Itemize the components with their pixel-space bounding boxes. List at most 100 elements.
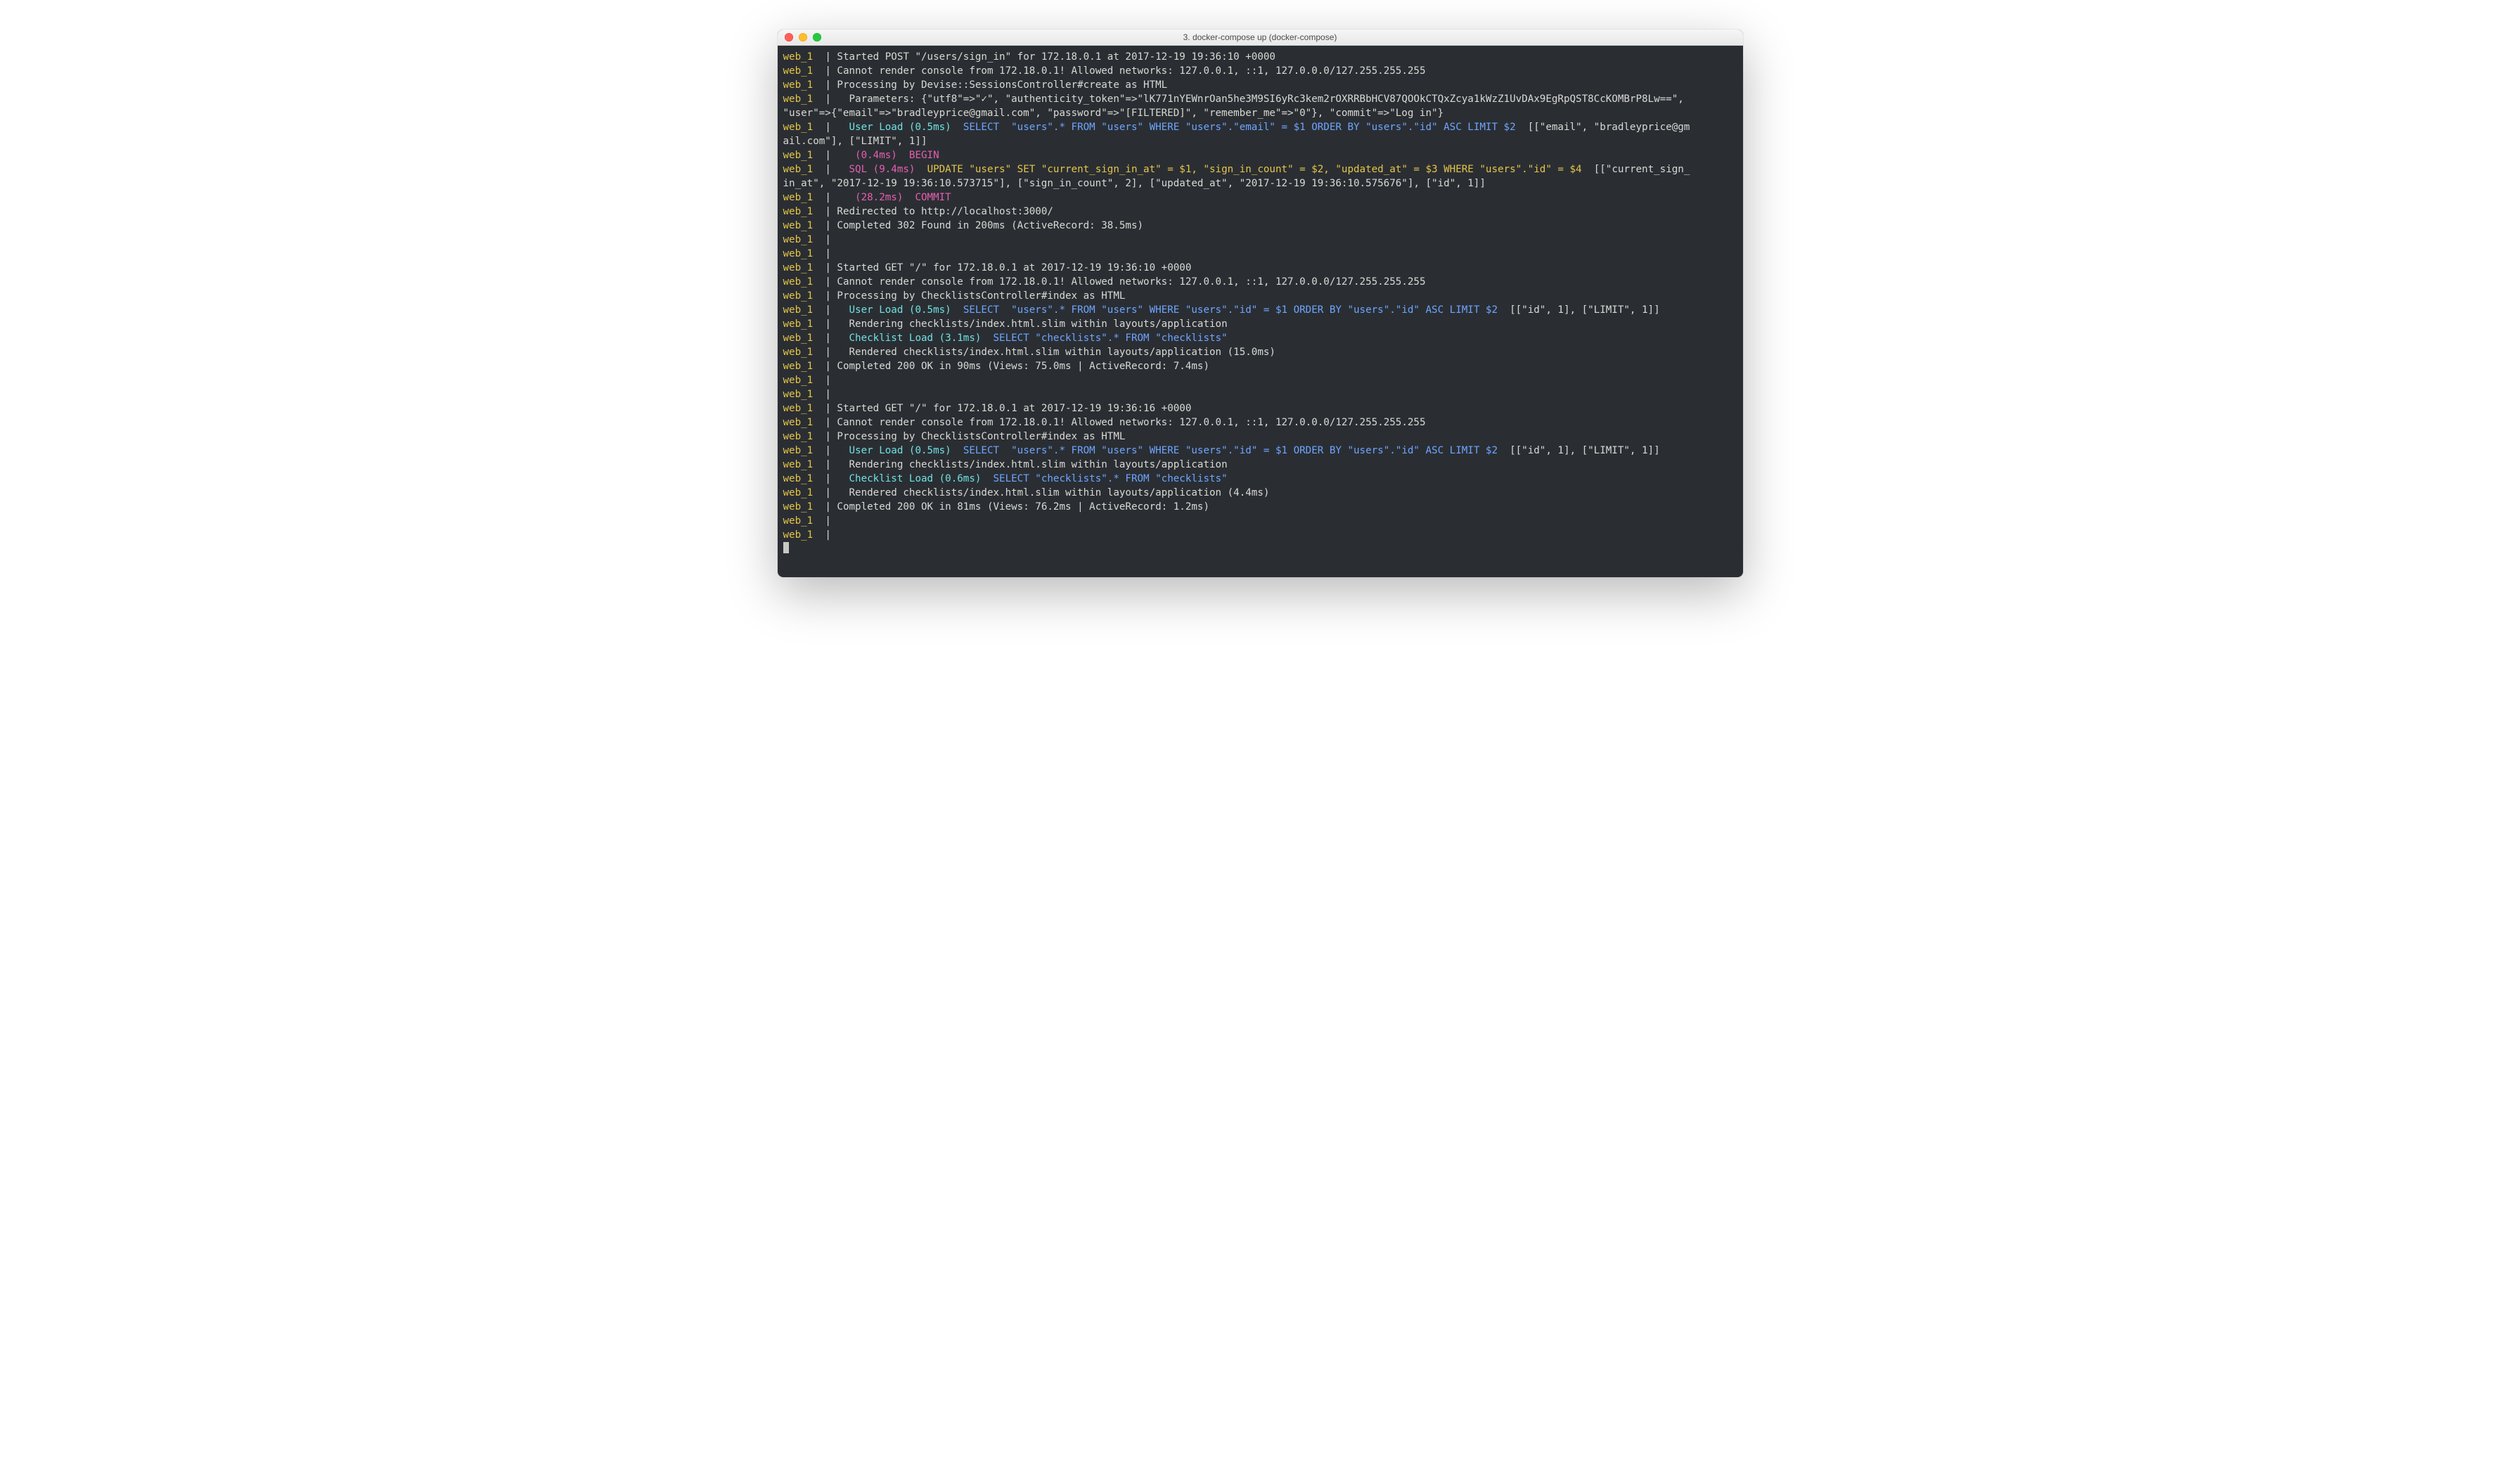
log-line: web_1 | Processing by ChecklistsControll…: [783, 430, 1737, 444]
pipe-separator: |: [825, 487, 831, 498]
log-text: Processing by ChecklistsController#index…: [837, 431, 1125, 442]
cursor-icon: [783, 542, 789, 553]
log-text: Rendering checklists/index.html.slim wit…: [837, 318, 1227, 330]
log-line: web_1 |: [783, 247, 1737, 261]
service-name: web_1: [783, 445, 814, 456]
log-text: [915, 164, 927, 175]
spacer: [813, 234, 825, 245]
log-text: Processing by ChecklistsController#index…: [837, 290, 1125, 302]
pipe-separator: |: [825, 431, 831, 442]
minimize-icon[interactable]: [799, 33, 807, 41]
spacer: [831, 234, 837, 245]
pipe-separator: |: [825, 206, 831, 217]
service-name: web_1: [783, 192, 814, 203]
pipe-separator: |: [825, 234, 831, 245]
spacer: [813, 403, 825, 414]
log-text: [["id", 1], ["LIMIT", 1]]: [1498, 304, 1660, 316]
service-name: web_1: [783, 501, 814, 513]
spacer: [831, 529, 837, 541]
pipe-separator: |: [825, 122, 831, 133]
log-text: Started GET "/" for 172.18.0.1 at 2017-1…: [837, 262, 1191, 273]
pipe-separator: |: [825, 529, 831, 541]
spacer: [813, 304, 825, 316]
spacer: [813, 445, 825, 456]
log-text: (28.2ms): [855, 192, 903, 203]
spacer: [813, 529, 825, 541]
cursor-line: [783, 542, 1737, 556]
log-line: web_1 | SQL (9.4ms) UPDATE "users" SET "…: [783, 162, 1737, 176]
log-line: "user"=>{"email"=>"bradleyprice@gmail.co…: [783, 106, 1737, 120]
log-text: [837, 473, 849, 484]
spacer: [813, 51, 825, 63]
log-text: SELECT "checklists".* FROM "checklists": [994, 473, 1228, 484]
pipe-separator: |: [825, 304, 831, 316]
service-name: web_1: [783, 417, 814, 428]
close-icon[interactable]: [785, 33, 793, 41]
log-text: [951, 445, 963, 456]
pipe-separator: |: [825, 515, 831, 527]
pipe-separator: |: [825, 445, 831, 456]
pipe-separator: |: [825, 192, 831, 203]
zoom-icon[interactable]: [813, 33, 821, 41]
service-name: web_1: [783, 529, 814, 541]
service-name: web_1: [783, 220, 814, 231]
log-text: SELECT "checklists".* FROM "checklists": [994, 333, 1228, 344]
log-text: Rendering checklists/index.html.slim wit…: [837, 459, 1227, 470]
spacer: [813, 361, 825, 372]
log-text: Checklist Load (3.1ms): [849, 333, 982, 344]
service-name: web_1: [783, 333, 814, 344]
log-text: Parameters: {"utf8"=>"✓", "authenticity_…: [837, 94, 1690, 105]
service-name: web_1: [783, 234, 814, 245]
log-text: [951, 304, 963, 316]
spacer: [831, 248, 837, 259]
spacer: [813, 318, 825, 330]
log-text: Completed 302 Found in 200ms (ActiveReco…: [837, 220, 1143, 231]
log-text: Rendered checklists/index.html.slim with…: [837, 347, 1275, 358]
log-text: Rendered checklists/index.html.slim with…: [837, 487, 1269, 498]
spacer: [813, 262, 825, 273]
terminal-viewport[interactable]: web_1 | Started POST "/users/sign_in" fo…: [778, 46, 1743, 577]
log-text: Cannot render console from 172.18.0.1! A…: [837, 65, 1425, 77]
service-name: web_1: [783, 94, 814, 105]
log-text: [837, 192, 855, 203]
log-text: [837, 122, 849, 133]
log-text: UPDATE "users" SET "current_sign_in_at" …: [927, 164, 1582, 175]
log-text: Started POST "/users/sign_in" for 172.18…: [837, 51, 1275, 63]
service-name: web_1: [783, 318, 814, 330]
service-name: web_1: [783, 347, 814, 358]
log-line: web_1 | User Load (0.5ms) SELECT "users"…: [783, 303, 1737, 317]
pipe-separator: |: [825, 276, 831, 288]
log-text: User Load (0.5ms): [849, 122, 951, 133]
log-line: web_1 | User Load (0.5ms) SELECT "users"…: [783, 444, 1737, 458]
log-line: web_1 | Rendered checklists/index.html.s…: [783, 345, 1737, 359]
log-line: web_1 | Completed 302 Found in 200ms (Ac…: [783, 219, 1737, 233]
log-line: web_1 | Checklist Load (0.6ms) SELECT "c…: [783, 472, 1737, 486]
spacer: [813, 487, 825, 498]
pipe-separator: |: [825, 318, 831, 330]
pipe-separator: |: [825, 248, 831, 259]
log-line: web_1 | Cannot render console from 172.1…: [783, 415, 1737, 430]
log-text: [837, 164, 849, 175]
log-line: web_1 | Started GET "/" for 172.18.0.1 a…: [783, 261, 1737, 275]
pipe-separator: |: [825, 150, 831, 161]
spacer: [813, 333, 825, 344]
pipe-separator: |: [825, 262, 831, 273]
pipe-separator: |: [825, 459, 831, 470]
log-line: web_1 | Redirected to http://localhost:3…: [783, 205, 1737, 219]
spacer: [813, 290, 825, 302]
spacer: [813, 417, 825, 428]
service-name: web_1: [783, 403, 814, 414]
log-text: [903, 192, 915, 203]
service-name: web_1: [783, 361, 814, 372]
log-line: web_1 | Completed 200 OK in 90ms (Views:…: [783, 359, 1737, 373]
log-text: [["current_sign_: [1582, 164, 1690, 175]
pipe-separator: |: [825, 94, 831, 105]
spacer: [813, 389, 825, 400]
pipe-separator: |: [825, 220, 831, 231]
spacer: [813, 122, 825, 133]
log-text: SELECT "users".* FROM "users" WHERE "use…: [963, 445, 1498, 456]
log-line: web_1 | User Load (0.5ms) SELECT "users"…: [783, 120, 1737, 134]
titlebar[interactable]: 3. docker-compose up (docker-compose): [778, 30, 1743, 46]
log-text: Cannot render console from 172.18.0.1! A…: [837, 417, 1425, 428]
log-line: in_at", "2017-12-19 19:36:10.573715"], […: [783, 176, 1737, 191]
